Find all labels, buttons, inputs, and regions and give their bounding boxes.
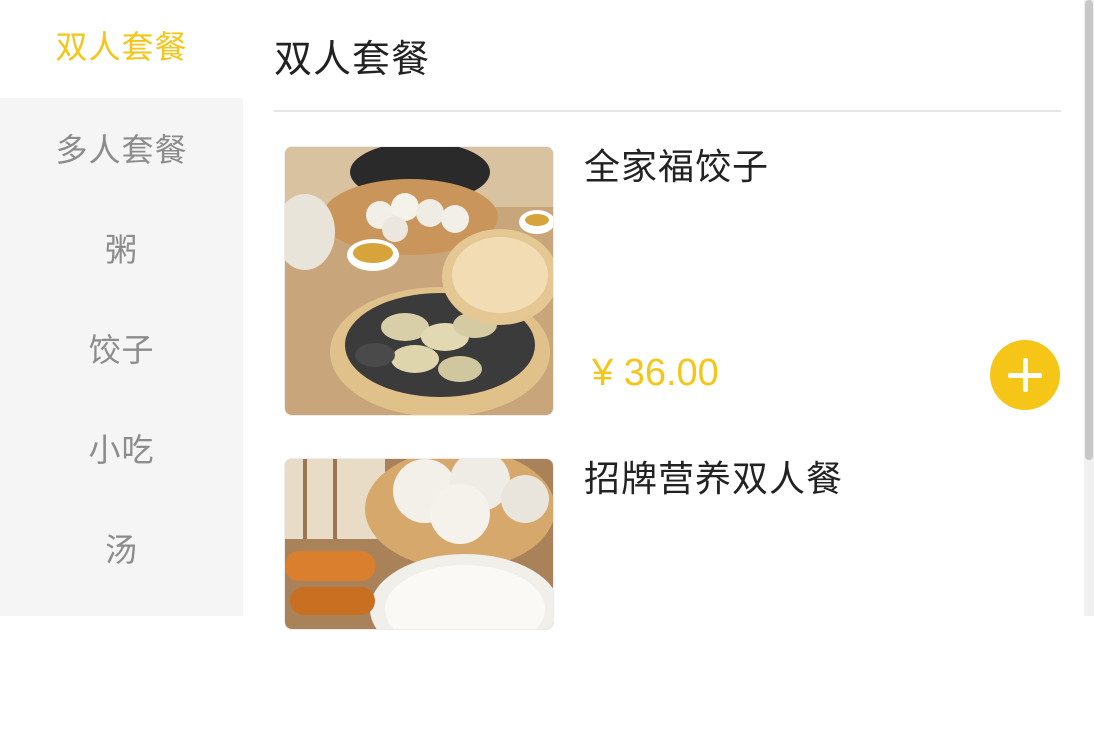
product-name: 招牌营养双人餐 [584, 459, 844, 500]
scrollbar-thumb[interactable] [1085, 0, 1093, 460]
sidebar-item-double-set[interactable]: 双人套餐 [0, 0, 243, 98]
category-sidebar: 双人套餐 多人套餐 粥 饺子 小吃 汤 [0, 0, 243, 616]
sidebar-item-congee[interactable]: 粥 [0, 198, 243, 298]
sidebar-item-dumplings[interactable]: 饺子 [0, 298, 243, 398]
product-name: 全家福饺子 [584, 147, 770, 188]
section-divider [274, 110, 1061, 112]
product-price: ¥ 36.00 [592, 352, 719, 394]
scrollbar[interactable] [1084, 0, 1094, 616]
section-title: 双人套餐 [274, 37, 431, 81]
sidebar-item-soup[interactable]: 汤 [0, 498, 243, 598]
product-image-double-set[interactable] [284, 458, 554, 630]
product-item[interactable]: 招牌营养双人餐 [274, 458, 1094, 738]
product-image-dumplings[interactable] [284, 146, 554, 416]
product-list: 双人套餐 全家福饺子 ¥ 36.00 招牌营养双人餐 [243, 0, 1094, 630]
product-item[interactable]: 全家福饺子 ¥ 36.00 [274, 146, 1094, 426]
sidebar-item-multi-set[interactable]: 多人套餐 [0, 98, 243, 198]
sidebar-item-snacks[interactable]: 小吃 [0, 398, 243, 498]
add-to-cart-button[interactable] [990, 340, 1060, 410]
